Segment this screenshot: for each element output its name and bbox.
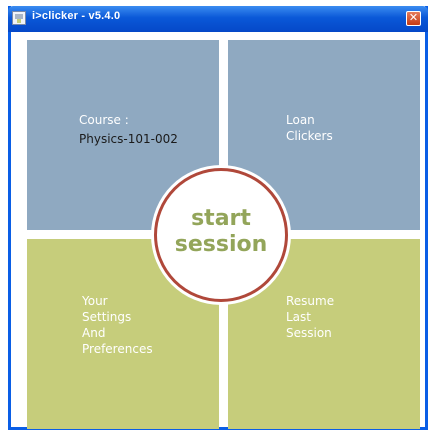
app-icon [12, 11, 26, 25]
settings-line: And [82, 326, 106, 340]
course-value: Physics-101-002 [79, 132, 178, 146]
loan-clickers-label: Loan Clickers [286, 112, 333, 144]
resume-session-line: Resume [286, 294, 335, 308]
window-title: i>clicker - v5.4.0 [32, 10, 121, 22]
course-label: Course : [79, 113, 129, 127]
resume-session-line: Last [286, 310, 311, 324]
settings-label: Your Settings And Preferences [82, 293, 153, 357]
start-session-label: start [191, 206, 251, 231]
loan-clickers-line: Loan [286, 113, 315, 127]
settings-line: Settings [82, 310, 132, 324]
resume-session-label: Resume Last Session [286, 293, 334, 341]
resume-session-line: Session [286, 326, 332, 340]
start-session-label: session [174, 232, 268, 257]
close-button[interactable]: ✕ [406, 11, 421, 26]
settings-line: Preferences [82, 342, 153, 356]
start-session-button[interactable]: start session [154, 168, 288, 302]
settings-line: Your [82, 294, 108, 308]
title-bar[interactable]: i>clicker - v5.4.0 ✕ [8, 6, 428, 32]
loan-clickers-line: Clickers [286, 129, 333, 143]
